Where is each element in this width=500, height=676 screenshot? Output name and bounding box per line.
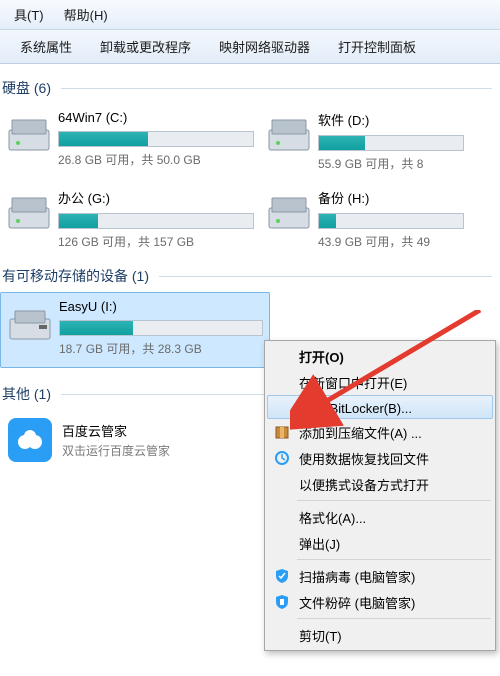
hdd-icon [266, 188, 312, 234]
usage-bar [58, 213, 254, 229]
toolbar: 系统属性 卸载或更改程序 映射网络驱动器 打开控制面板 [0, 30, 500, 64]
separator [297, 500, 491, 501]
ctx-open-portable[interactable]: 以便携式设备方式打开 [267, 471, 493, 497]
toolbar-system-properties[interactable]: 系统属性 [6, 33, 86, 60]
separator [297, 559, 491, 560]
drive-subtext: 18.7 GB 可用，共 28.3 GB [59, 340, 263, 357]
shield-icon [273, 593, 291, 611]
archive-icon [273, 423, 291, 441]
toolbar-control-panel[interactable]: 打开控制面板 [324, 33, 430, 60]
drive-i-selected[interactable]: EasyU (I:) 18.7 GB 可用，共 28.3 GB [0, 292, 270, 368]
ctx-scan-virus[interactable]: 扫描病毒 (电脑管家) [267, 563, 493, 589]
section-title: 有可移动存储的设备 (1) [2, 266, 149, 286]
drive-info: 64Win7 (C:) 26.8 GB 可用，共 50.0 GB [58, 110, 254, 172]
drive-label: 备份 (H:) [318, 188, 464, 207]
section-header-hdd: 硬盘 (6) [0, 72, 500, 104]
hdd-icon [6, 188, 52, 234]
drive-info: 软件 (D:) 55.9 GB 可用，共 8 [318, 110, 464, 172]
drive-h[interactable]: 备份 (H:) 43.9 GB 可用，共 49 [260, 182, 470, 260]
separator [297, 618, 491, 619]
app-subtitle: 双击运行百度云管家 [62, 442, 170, 459]
section-header-removable: 有可移动存储的设备 (1) [0, 260, 500, 292]
ctx-file-shred[interactable]: 文件粉碎 (电脑管家) [267, 589, 493, 615]
hdd-icon [6, 110, 52, 156]
drive-subtext: 55.9 GB 可用，共 8 [318, 155, 464, 172]
divider [159, 276, 492, 277]
context-menu: 打开(O) 在新窗口中打开(E) 启用 BitLocker(B)... 添加到压… [264, 340, 496, 651]
menu-bar: 具(T) 帮助(H) [0, 0, 500, 30]
section-title: 其他 (1) [2, 384, 51, 404]
recovery-icon [273, 449, 291, 467]
toolbar-map-drive[interactable]: 映射网络驱动器 [205, 33, 324, 60]
menu-help[interactable]: 帮助(H) [54, 1, 118, 28]
usage-bar [318, 213, 464, 229]
app-text: 百度云管家 双击运行百度云管家 [62, 421, 170, 459]
drive-subtext: 43.9 GB 可用，共 49 [318, 233, 464, 250]
drive-label: 64Win7 (C:) [58, 110, 254, 125]
usage-bar [318, 135, 464, 151]
drive-label: EasyU (I:) [59, 299, 263, 314]
menu-tools[interactable]: 具(T) [4, 1, 54, 28]
drive-label: 办公 (G:) [58, 188, 254, 207]
removable-drive-icon [7, 299, 53, 345]
hdd-list: 64Win7 (C:) 26.8 GB 可用，共 50.0 GB 软件 (D:)… [0, 104, 500, 260]
drive-info: 办公 (G:) 126 GB 可用，共 157 GB [58, 188, 254, 250]
shield-icon [273, 567, 291, 585]
drive-subtext: 26.8 GB 可用，共 50.0 GB [58, 151, 254, 168]
drive-info: 备份 (H:) 43.9 GB 可用，共 49 [318, 188, 464, 250]
drive-g[interactable]: 办公 (G:) 126 GB 可用，共 157 GB [0, 182, 260, 260]
usage-bar [58, 131, 254, 147]
ctx-open-new-window[interactable]: 在新窗口中打开(E) [267, 369, 493, 395]
drive-info: EasyU (I:) 18.7 GB 可用，共 28.3 GB [59, 299, 263, 357]
drive-d[interactable]: 软件 (D:) 55.9 GB 可用，共 8 [260, 104, 470, 182]
app-name: 百度云管家 [62, 421, 170, 440]
cloud-icon [8, 418, 52, 462]
ctx-eject[interactable]: 弹出(J) [267, 530, 493, 556]
drive-subtext: 126 GB 可用，共 157 GB [58, 233, 254, 250]
ctx-format[interactable]: 格式化(A)... [267, 504, 493, 530]
hdd-icon [266, 110, 312, 156]
ctx-cut[interactable]: 剪切(T) [267, 622, 493, 648]
drive-c[interactable]: 64Win7 (C:) 26.8 GB 可用，共 50.0 GB [0, 104, 260, 182]
divider [61, 88, 492, 89]
ctx-add-to-archive[interactable]: 添加到压缩文件(A) ... [267, 419, 493, 445]
ctx-enable-bitlocker[interactable]: 启用 BitLocker(B)... [267, 395, 493, 419]
section-title: 硬盘 (6) [2, 78, 51, 98]
drive-label: 软件 (D:) [318, 110, 464, 129]
toolbar-uninstall[interactable]: 卸载或更改程序 [86, 33, 205, 60]
ctx-data-recovery[interactable]: 使用数据恢复找回文件 [267, 445, 493, 471]
ctx-open[interactable]: 打开(O) [267, 343, 493, 369]
usage-bar [59, 320, 263, 336]
